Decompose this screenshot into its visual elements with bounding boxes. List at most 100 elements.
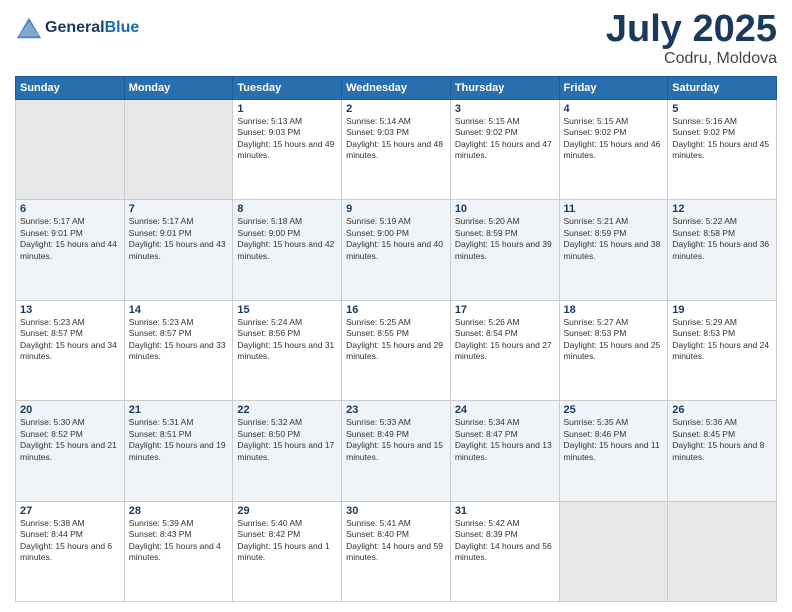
calendar-cell: 25Sunrise: 5:35 AMSunset: 8:46 PMDayligh…: [559, 401, 668, 501]
day-number: 15: [237, 304, 337, 316]
calendar-cell: 9Sunrise: 5:19 AMSunset: 9:00 PMDaylight…: [342, 200, 451, 300]
day-number: 4: [564, 103, 664, 115]
day-info: Sunrise: 5:16 AMSunset: 9:02 PMDaylight:…: [672, 116, 772, 162]
day-number: 21: [129, 404, 229, 416]
col-friday: Friday: [559, 77, 668, 100]
day-number: 18: [564, 304, 664, 316]
day-info: Sunrise: 5:14 AMSunset: 9:03 PMDaylight:…: [346, 116, 446, 162]
calendar-cell: 31Sunrise: 5:42 AMSunset: 8:39 PMDayligh…: [450, 501, 559, 601]
day-info: Sunrise: 5:31 AMSunset: 8:51 PMDaylight:…: [129, 417, 229, 463]
day-info: Sunrise: 5:15 AMSunset: 9:02 PMDaylight:…: [455, 116, 555, 162]
col-wednesday: Wednesday: [342, 77, 451, 100]
day-number: 17: [455, 304, 555, 316]
calendar-cell: 11Sunrise: 5:21 AMSunset: 8:59 PMDayligh…: [559, 200, 668, 300]
day-info: Sunrise: 5:13 AMSunset: 9:03 PMDaylight:…: [237, 116, 337, 162]
calendar-cell: 19Sunrise: 5:29 AMSunset: 8:53 PMDayligh…: [668, 300, 777, 400]
day-number: 29: [237, 505, 337, 517]
week-row-5: 27Sunrise: 5:38 AMSunset: 8:44 PMDayligh…: [16, 501, 777, 601]
calendar-cell: 20Sunrise: 5:30 AMSunset: 8:52 PMDayligh…: [16, 401, 125, 501]
day-number: 27: [20, 505, 120, 517]
calendar-cell: 5Sunrise: 5:16 AMSunset: 9:02 PMDaylight…: [668, 100, 777, 200]
week-row-2: 6 Sunrise: 5:17 AMSunset: 9:01 PMDaylight…: [16, 200, 777, 300]
day-info: Sunrise: 5:23 AMSunset: 8:57 PMDaylight:…: [129, 317, 229, 363]
month-year-title: July 2025: [606, 10, 777, 48]
day-number: 3: [455, 103, 555, 115]
day-info: Sunrise: 5:21 AMSunset: 8:59 PMDaylight:…: [564, 216, 664, 262]
day-info: Sunrise: 5:24 AMSunset: 8:56 PMDaylight:…: [237, 317, 337, 363]
week-row-1: 1Sunrise: 5:13 AMSunset: 9:03 PMDaylight…: [16, 100, 777, 200]
calendar-header: Sunday Monday Tuesday Wednesday Thursday…: [16, 77, 777, 100]
header: GeneralBlue July 2025 Codru, Moldova: [15, 10, 777, 68]
day-number: 31: [455, 505, 555, 517]
day-info: Sunrise: 5:17 AMSunset: 9:01 PMDaylight:…: [129, 216, 229, 262]
calendar-cell: 18Sunrise: 5:27 AMSunset: 8:53 PMDayligh…: [559, 300, 668, 400]
day-info: Sunrise: 5:42 AMSunset: 8:39 PMDaylight:…: [455, 518, 555, 564]
day-number: 6: [20, 203, 120, 215]
day-number: 10: [455, 203, 555, 215]
day-info: Sunrise: 5:29 AMSunset: 8:53 PMDaylight:…: [672, 317, 772, 363]
col-monday: Monday: [124, 77, 233, 100]
calendar-cell: [16, 100, 125, 200]
calendar-cell: 8Sunrise: 5:18 AMSunset: 9:00 PMDaylight…: [233, 200, 342, 300]
col-thursday: Thursday: [450, 77, 559, 100]
calendar-cell: 1Sunrise: 5:13 AMSunset: 9:03 PMDaylight…: [233, 100, 342, 200]
day-info: Sunrise: 5:30 AMSunset: 8:52 PMDaylight:…: [20, 417, 120, 463]
day-info: Sunrise: 5:32 AMSunset: 8:50 PMDaylight:…: [237, 417, 337, 463]
calendar-cell: 3Sunrise: 5:15 AMSunset: 9:02 PMDaylight…: [450, 100, 559, 200]
day-number: 14: [129, 304, 229, 316]
col-tuesday: Tuesday: [233, 77, 342, 100]
calendar-cell: 12Sunrise: 5:22 AMSunset: 8:58 PMDayligh…: [668, 200, 777, 300]
calendar-cell: 29Sunrise: 5:40 AMSunset: 8:42 PMDayligh…: [233, 501, 342, 601]
title-block: July 2025 Codru, Moldova: [606, 10, 777, 68]
page: GeneralBlue July 2025 Codru, Moldova Sun…: [0, 0, 792, 612]
logo: GeneralBlue: [15, 14, 139, 42]
day-info: Sunrise: 5:19 AMSunset: 9:00 PMDaylight:…: [346, 216, 446, 262]
calendar-cell: 23Sunrise: 5:33 AMSunset: 8:49 PMDayligh…: [342, 401, 451, 501]
calendar-cell: [124, 100, 233, 200]
calendar-cell: 17Sunrise: 5:26 AMSunset: 8:54 PMDayligh…: [450, 300, 559, 400]
day-info: Sunrise: 5:41 AMSunset: 8:40 PMDaylight:…: [346, 518, 446, 564]
calendar-cell: 6Sunrise: 5:17 AMSunset: 9:01 PMDaylight…: [16, 200, 125, 300]
day-number: 13: [20, 304, 120, 316]
calendar-cell: 16Sunrise: 5:25 AMSunset: 8:55 PMDayligh…: [342, 300, 451, 400]
day-info: Sunrise: 5:34 AMSunset: 8:47 PMDaylight:…: [455, 417, 555, 463]
day-number: 26: [672, 404, 772, 416]
day-info: Sunrise: 5:38 AMSunset: 8:44 PMDaylight:…: [20, 518, 120, 564]
calendar-cell: 13Sunrise: 5:23 AMSunset: 8:57 PMDayligh…: [16, 300, 125, 400]
week-row-4: 20Sunrise: 5:30 AMSunset: 8:52 PMDayligh…: [16, 401, 777, 501]
col-saturday: Saturday: [668, 77, 777, 100]
day-info: Sunrise: 5:40 AMSunset: 8:42 PMDaylight:…: [237, 518, 337, 564]
day-info: Sunrise: 5:33 AMSunset: 8:49 PMDaylight:…: [346, 417, 446, 463]
calendar-cell: 30Sunrise: 5:41 AMSunset: 8:40 PMDayligh…: [342, 501, 451, 601]
day-info: Sunrise: 5:23 AMSunset: 8:57 PMDaylight:…: [20, 317, 120, 363]
day-number: 16: [346, 304, 446, 316]
day-number: 20: [20, 404, 120, 416]
day-info: Sunrise: 5:27 AMSunset: 8:53 PMDaylight:…: [564, 317, 664, 363]
location-subtitle: Codru, Moldova: [606, 50, 777, 68]
day-number: 11: [564, 203, 664, 215]
logo-blue-text: Blue: [105, 19, 140, 36]
calendar-cell: 21Sunrise: 5:31 AMSunset: 8:51 PMDayligh…: [124, 401, 233, 501]
day-number: 7: [129, 203, 229, 215]
calendar-cell: [668, 501, 777, 601]
day-number: 22: [237, 404, 337, 416]
calendar-cell: 4Sunrise: 5:15 AMSunset: 9:02 PMDaylight…: [559, 100, 668, 200]
day-number: 5: [672, 103, 772, 115]
calendar-table: Sunday Monday Tuesday Wednesday Thursday…: [15, 76, 777, 602]
day-number: 19: [672, 304, 772, 316]
day-number: 2: [346, 103, 446, 115]
day-number: 28: [129, 505, 229, 517]
calendar-cell: 27Sunrise: 5:38 AMSunset: 8:44 PMDayligh…: [16, 501, 125, 601]
day-info: Sunrise: 5:39 AMSunset: 8:43 PMDaylight:…: [129, 518, 229, 564]
logo-general-text: General: [45, 19, 105, 36]
calendar-cell: [559, 501, 668, 601]
calendar-cell: 24Sunrise: 5:34 AMSunset: 8:47 PMDayligh…: [450, 401, 559, 501]
calendar-cell: 15Sunrise: 5:24 AMSunset: 8:56 PMDayligh…: [233, 300, 342, 400]
day-number: 25: [564, 404, 664, 416]
logo-icon: [15, 14, 43, 42]
calendar-cell: 26Sunrise: 5:36 AMSunset: 8:45 PMDayligh…: [668, 401, 777, 501]
calendar-cell: 7Sunrise: 5:17 AMSunset: 9:01 PMDaylight…: [124, 200, 233, 300]
day-info: Sunrise: 5:20 AMSunset: 8:59 PMDaylight:…: [455, 216, 555, 262]
header-row: Sunday Monday Tuesday Wednesday Thursday…: [16, 77, 777, 100]
day-number: 1: [237, 103, 337, 115]
